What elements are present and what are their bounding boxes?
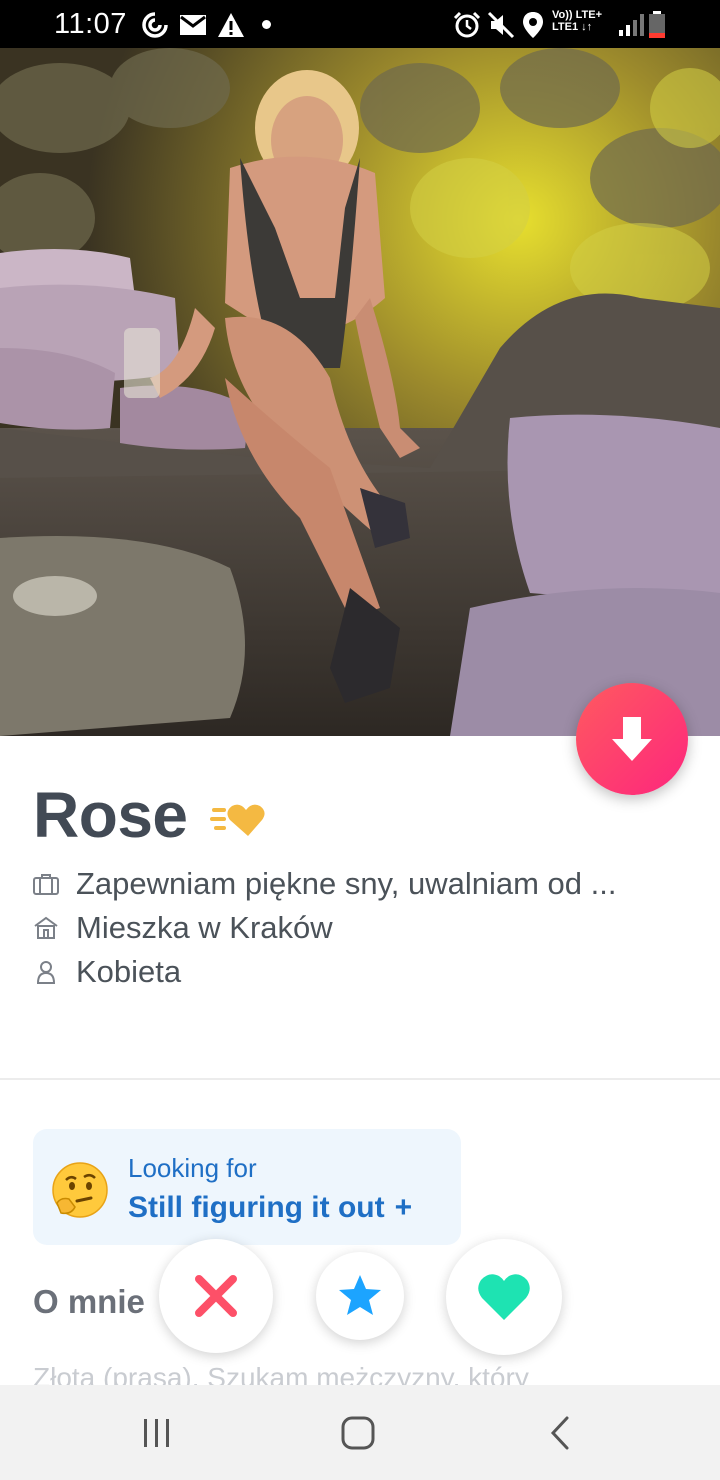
city-text: Mieszka w Kraków (76, 910, 333, 945)
heart-icon (478, 1274, 530, 1320)
mail-icon (180, 15, 206, 35)
recents-icon[interactable] (137, 1413, 177, 1453)
home-nav-icon[interactable] (338, 1413, 378, 1453)
thinking-face-icon (52, 1162, 108, 1218)
location-icon (523, 12, 543, 38)
battery-icon (649, 11, 665, 38)
system-nav-bar (0, 1385, 720, 1480)
section-divider (0, 1078, 720, 1080)
about-heading: O mnie (33, 1283, 145, 1320)
network-indicator: Vo)) LTE+ LTE1 ↓↑ (552, 9, 602, 33)
status-bar: 11:07 Vo)) LTE+ LTE1 ↓↑ (0, 0, 720, 48)
super-like-button[interactable] (316, 1252, 404, 1340)
job-text: Zapewniam piękne sny, uwalniam od ... (76, 866, 617, 901)
super-like-badge-icon (210, 804, 265, 836)
like-button[interactable] (446, 1239, 562, 1355)
nope-button[interactable] (159, 1239, 273, 1353)
gender-row: Kobieta (32, 952, 181, 992)
status-time: 11:07 (54, 8, 127, 40)
back-icon[interactable] (540, 1413, 580, 1453)
job-row: Zapewniam piękne sny, uwalniam od ... (32, 864, 616, 904)
close-icon (195, 1275, 237, 1317)
gender-text: Kobieta (76, 954, 182, 989)
briefcase-icon (33, 874, 59, 895)
mute-icon (487, 11, 515, 39)
looking-for-plus: + (394, 1191, 413, 1224)
city-row: Mieszka w Kraków (32, 908, 333, 948)
network-line2: LTE1 ↓↑ (552, 21, 593, 33)
home-icon (34, 916, 58, 939)
sync-icon (142, 12, 168, 38)
profile-photo[interactable] (0, 48, 720, 736)
profile-name: Rose (33, 779, 188, 851)
person-icon (36, 961, 56, 984)
network-line1: Vo)) LTE+ (552, 9, 603, 21)
alarm-icon (453, 11, 481, 38)
looking-for-title: Looking for (128, 1153, 257, 1183)
looking-for-card[interactable]: Looking for Still figuring it out + (33, 1129, 461, 1245)
notification-dot (262, 20, 271, 29)
profile-photo-image (0, 48, 720, 736)
star-icon (339, 1275, 381, 1315)
profile-info-button[interactable] (576, 683, 688, 795)
signal-icon (619, 14, 644, 36)
arrow-down-icon (612, 717, 652, 761)
looking-for-value-text: Still figuring it out (128, 1191, 385, 1224)
warning-icon (218, 13, 244, 37)
looking-for-value: Still figuring it out + (128, 1191, 412, 1225)
